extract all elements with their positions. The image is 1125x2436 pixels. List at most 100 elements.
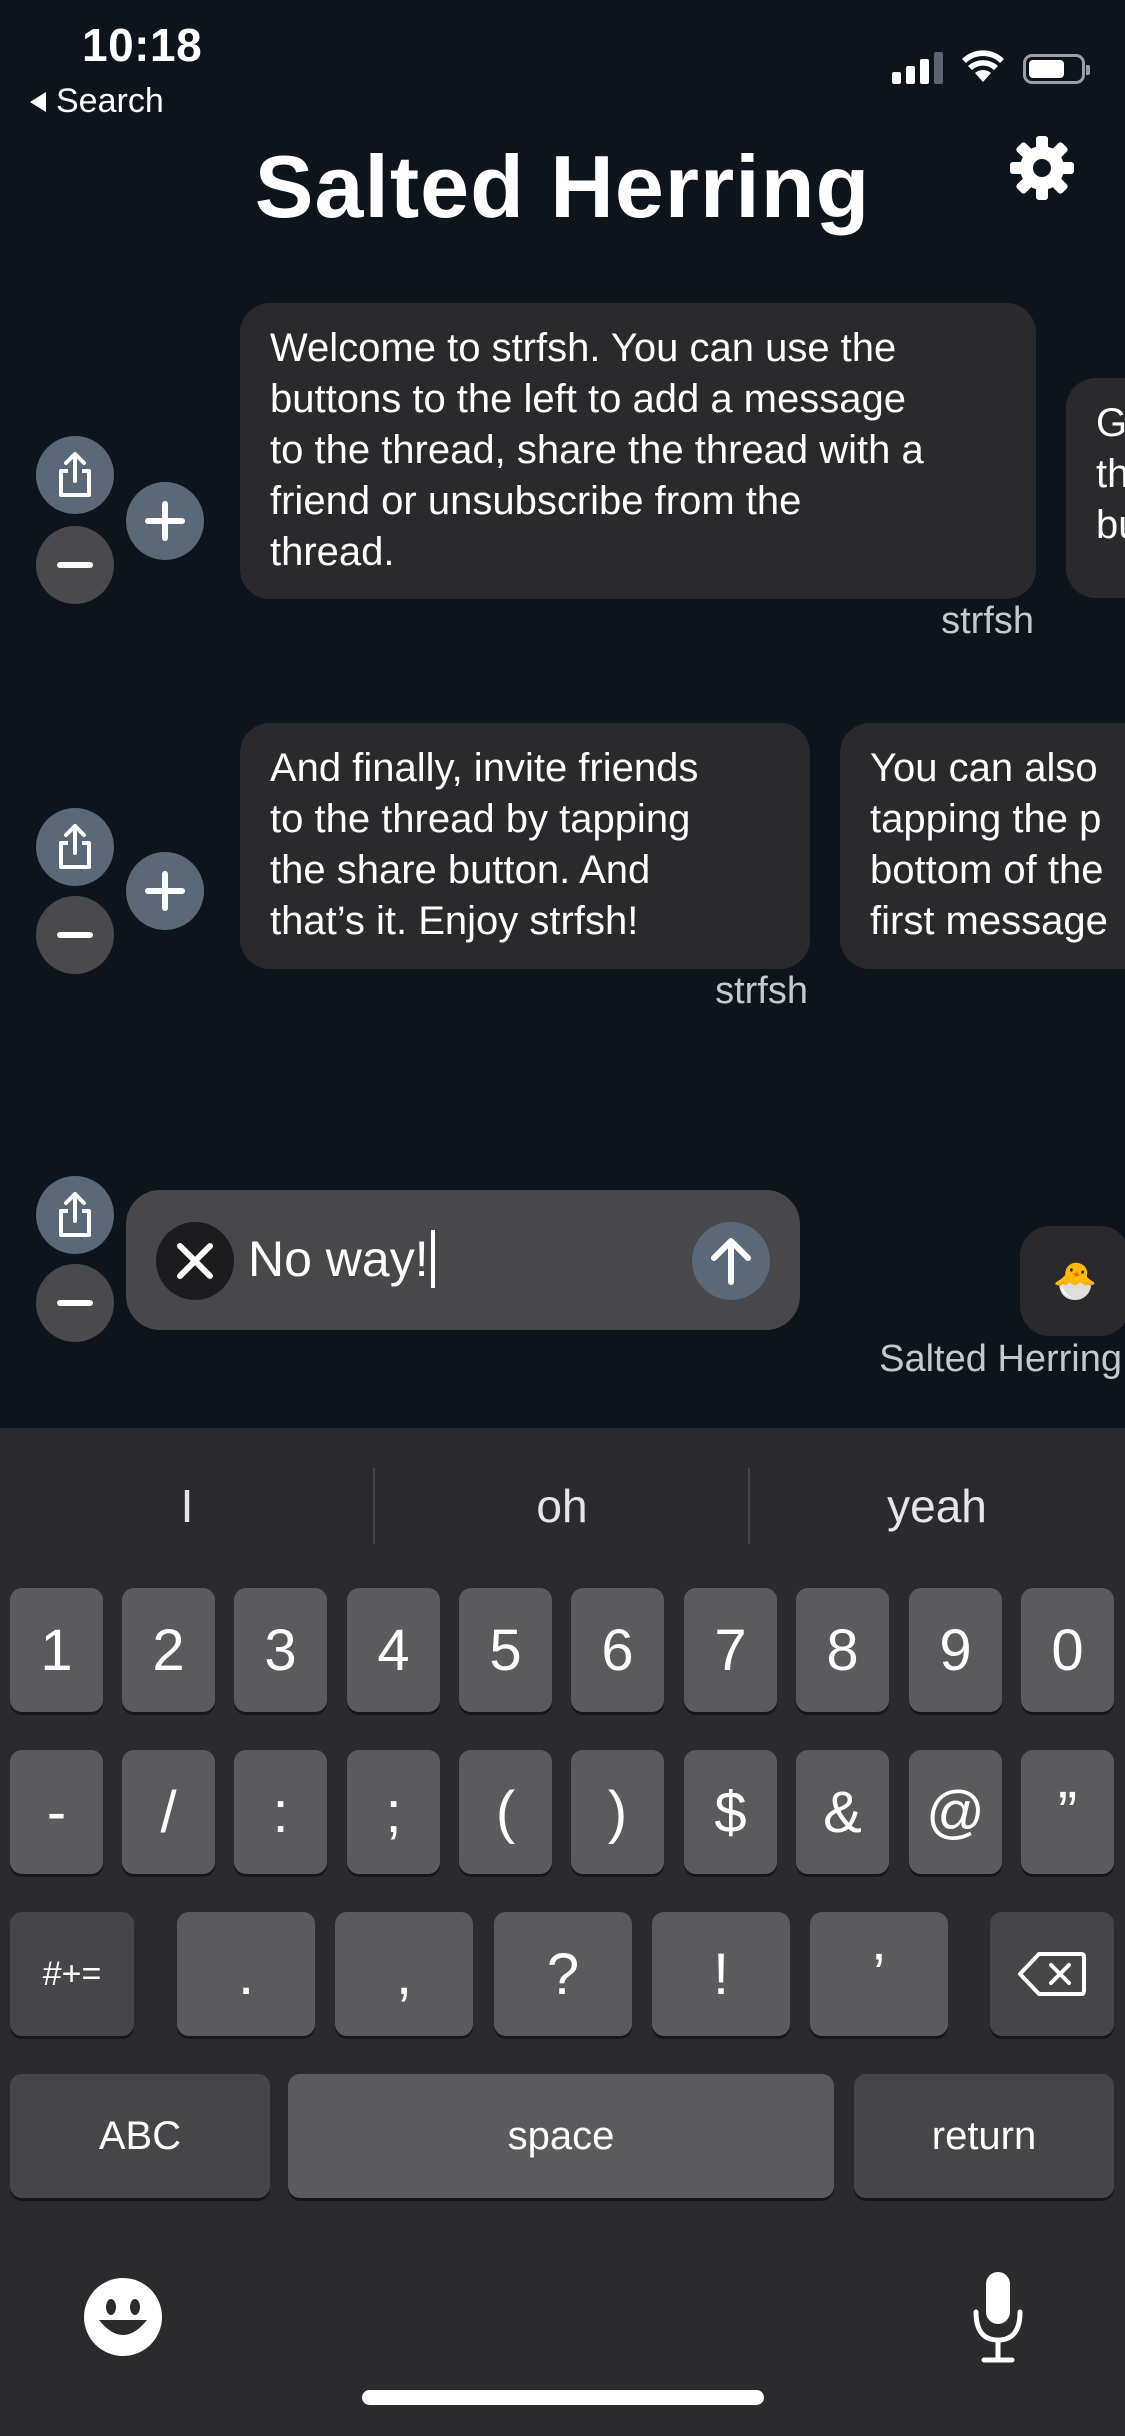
screen: 10:18 Search Salted Herring Welcome to s…	[0, 0, 1125, 2436]
share-icon	[59, 824, 91, 869]
key-semicolon[interactable]: ;	[347, 1750, 440, 1874]
key-hyphen[interactable]: -	[10, 1750, 103, 1874]
cellular-signal-icon	[892, 50, 943, 84]
message-line: G	[1096, 401, 1125, 445]
key-colon[interactable]: :	[234, 1750, 327, 1874]
home-indicator[interactable]	[362, 2390, 764, 2405]
unsubscribe-button[interactable]	[36, 1264, 114, 1342]
message-bubble[interactable]: Welcome to strfsh. You can use the butto…	[240, 303, 1036, 599]
add-message-button[interactable]	[126, 482, 204, 560]
key-period[interactable]: .	[177, 1912, 315, 2036]
keyboard: I oh yeah 1 2 3 4 5 6 7 8 9 0 - / : ; ( …	[0, 1428, 1125, 2436]
author-avatar-emoji: 🐣	[1020, 1226, 1125, 1336]
key-dollar[interactable]: $	[684, 1750, 777, 1874]
message-line: bottom of the	[870, 848, 1104, 892]
key-close-paren[interactable]: )	[571, 1750, 664, 1874]
microphone-icon	[973, 2272, 1023, 2363]
smiley-icon	[84, 2278, 162, 2356]
message-line: thread.	[270, 530, 395, 574]
gear-icon	[1010, 136, 1074, 200]
compose-author: Salted Herring	[879, 1338, 1122, 1380]
unsubscribe-button[interactable]	[36, 526, 114, 604]
minus-icon	[57, 1300, 93, 1306]
message-line: Welcome to strfsh. You can use the	[270, 326, 897, 370]
back-to-search-link[interactable]: Search	[30, 82, 164, 121]
suggestion-item[interactable]: yeah	[750, 1468, 1124, 1544]
key-exclamation[interactable]: !	[652, 1912, 790, 2036]
plus-icon	[145, 871, 185, 911]
key-3[interactable]: 3	[234, 1588, 327, 1712]
status-time: 10:18	[82, 19, 203, 71]
message-bubble-partial[interactable]: You can also tapping the p bottom of the…	[840, 723, 1125, 969]
compose-input-text: No way!	[248, 1231, 429, 1287]
arrow-up-icon	[711, 1238, 751, 1285]
unsubscribe-button[interactable]	[36, 896, 114, 974]
suggestion-item[interactable]: oh	[375, 1468, 749, 1544]
close-icon	[177, 1243, 213, 1279]
message-line: first message	[870, 899, 1108, 943]
suggestion-bar: I oh yeah	[0, 1428, 1125, 1580]
battery-icon	[1023, 54, 1090, 84]
status-indicators	[892, 50, 1090, 84]
key-6[interactable]: 6	[571, 1588, 664, 1712]
return-key[interactable]: return	[854, 2074, 1114, 2198]
symbols-mode-key[interactable]: #+=	[10, 1912, 134, 2036]
share-thread-button[interactable]	[36, 436, 114, 514]
minus-icon	[57, 932, 93, 938]
share-icon	[59, 1192, 91, 1237]
back-label: Search	[56, 82, 164, 120]
backspace-icon	[1018, 1952, 1086, 1996]
key-slash[interactable]: /	[122, 1750, 215, 1874]
back-triangle-icon	[30, 91, 46, 112]
key-comma[interactable]: ,	[335, 1912, 473, 2036]
message-line: that’s it. Enjoy strfsh!	[270, 899, 639, 943]
space-key[interactable]: space	[288, 2074, 834, 2198]
wifi-icon	[962, 50, 1004, 82]
share-thread-button[interactable]	[36, 1176, 114, 1254]
message-bubble-partial[interactable]: G th bu	[1066, 378, 1125, 598]
minus-icon	[57, 562, 93, 568]
message-line: tapping the p	[870, 797, 1102, 841]
key-open-paren[interactable]: (	[459, 1750, 552, 1874]
key-0[interactable]: 0	[1021, 1588, 1114, 1712]
key-ampersand[interactable]: &	[796, 1750, 889, 1874]
settings-button[interactable]	[1008, 134, 1076, 202]
share-icon	[59, 452, 91, 497]
message-bubble[interactable]: And finally, invite friends to the threa…	[240, 723, 810, 969]
message-line: friend or unsubscribe from the	[270, 479, 802, 523]
message-line: buttons to the left to add a message	[270, 377, 906, 421]
key-quote[interactable]: ”	[1021, 1750, 1114, 1874]
clear-compose-button[interactable]	[156, 1222, 234, 1300]
message-line: to the thread, share the thread with a	[270, 428, 924, 472]
key-at[interactable]: @	[909, 1750, 1002, 1874]
key-8[interactable]: 8	[796, 1588, 889, 1712]
key-apostrophe[interactable]: ’	[810, 1912, 948, 2036]
delete-key[interactable]	[990, 1912, 1114, 2036]
message-line: bu	[1096, 503, 1125, 547]
emoji-keyboard-button[interactable]	[82, 2276, 164, 2358]
key-2[interactable]: 2	[122, 1588, 215, 1712]
key-1[interactable]: 1	[10, 1588, 103, 1712]
compose-field[interactable]: No way!	[126, 1190, 800, 1330]
message-author: strfsh	[715, 970, 808, 1012]
key-question[interactable]: ?	[494, 1912, 632, 2036]
suggestion-item[interactable]: I	[0, 1468, 374, 1544]
plus-icon	[145, 501, 185, 541]
key-9[interactable]: 9	[909, 1588, 1002, 1712]
message-line: to the thread by tapping	[270, 797, 691, 841]
share-thread-button[interactable]	[36, 808, 114, 886]
compose-input[interactable]: No way!	[248, 1230, 435, 1288]
message-author: strfsh	[941, 600, 1034, 642]
add-message-button[interactable]	[126, 852, 204, 930]
message-line: the share button. And	[270, 848, 651, 892]
key-7[interactable]: 7	[684, 1588, 777, 1712]
text-cursor	[430, 1230, 435, 1288]
message-line: th	[1096, 452, 1125, 496]
key-5[interactable]: 5	[459, 1588, 552, 1712]
page-title: Salted Herring	[254, 137, 871, 236]
key-4[interactable]: 4	[347, 1588, 440, 1712]
abc-key[interactable]: ABC	[10, 2074, 270, 2198]
message-line: And finally, invite friends	[270, 746, 699, 790]
dictation-button[interactable]	[968, 2268, 1028, 2368]
send-button[interactable]	[692, 1222, 770, 1300]
